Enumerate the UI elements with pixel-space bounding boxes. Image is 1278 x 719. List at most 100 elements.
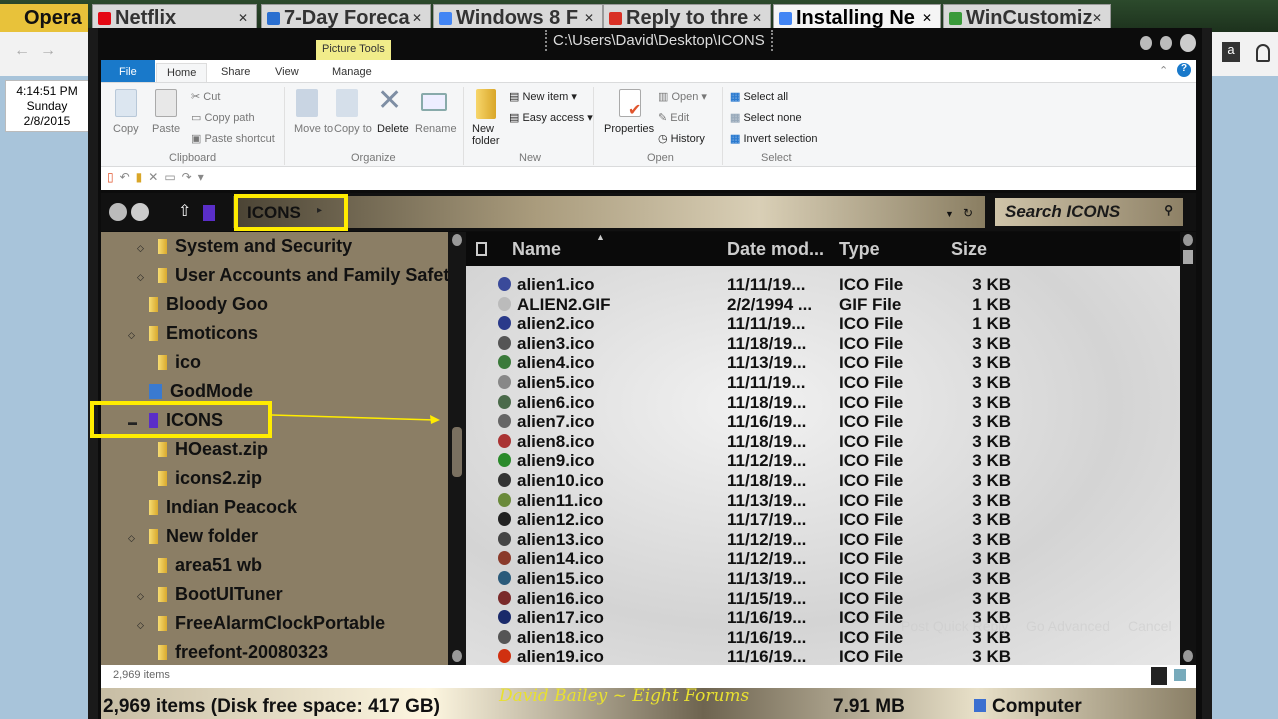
help-icon[interactable]: ? [1177,63,1191,77]
select-all-checkbox[interactable] [476,242,487,256]
file-row[interactable]: alien3.ico 11/18/19... ICO File 3 KB [466,334,1180,354]
up-button[interactable]: ⇧ [178,201,191,221]
file-row[interactable]: alien16.ico 11/15/19... ICO File 3 KB [466,589,1180,609]
forward-icon[interactable]: → [40,42,56,60]
collapse-ribbon-icon[interactable]: ⌃ [1159,64,1168,77]
column-type[interactable]: Type [839,239,880,260]
nav-item[interactable]: Bloody Goo [149,294,268,315]
nav-item[interactable]: User Accounts and Family Safety [158,265,448,286]
move-to-button[interactable]: Move to [294,123,333,135]
back-button[interactable] [109,203,127,221]
file-row[interactable]: alien4.ico 11/13/19... ICO File 3 KB [466,353,1180,373]
properties-button[interactable]: Properties [604,123,654,135]
nav-item[interactable]: FreeAlarmClockPortable [158,613,385,634]
expand-icon[interactable]: ◇ [137,620,144,631]
file-row[interactable]: alien5.ico 11/11/19... ICO File 3 KB [466,373,1180,393]
maximize-button[interactable] [1160,36,1172,50]
file-row[interactable]: alien2.ico 11/11/19... ICO File 1 KB [466,314,1180,334]
scroll-down-button[interactable] [452,650,462,662]
file-row[interactable]: alien13.ico 11/12/19... ICO File 3 KB [466,530,1180,550]
column-date-modified[interactable]: Date mod... [727,239,824,260]
scroll-up-button[interactable] [1183,234,1193,246]
scroll-thumb[interactable] [1183,250,1193,264]
extension-icon[interactable] [1256,44,1270,62]
paste-button[interactable]: Paste [152,123,180,135]
nav-scrollbar[interactable] [448,232,466,665]
cut-button[interactable]: ✂ Cut [191,90,220,103]
new-item-button[interactable]: ▤ New item ▾ [509,90,577,103]
expand-icon[interactable]: ◇ [137,272,144,283]
expand-icon[interactable]: ◇ [128,330,135,341]
expand-icon[interactable]: ◇ [137,591,144,602]
close-tab-icon[interactable]: ✕ [584,11,594,25]
new-folder-button[interactable]: New folder [472,123,504,147]
file-row[interactable]: alien9.ico 11/12/19... ICO File 3 KB [466,451,1180,471]
copy-path-button[interactable]: ▭ Copy path [191,111,255,124]
easy-access-button[interactable]: ▤ Easy access ▾ [509,111,593,124]
file-row[interactable]: alien10.ico 11/18/19... ICO File 3 KB [466,471,1180,491]
nav-item[interactable]: GodMode [149,381,253,402]
refresh-icon[interactable]: ↻ [963,206,973,220]
nav-item[interactable]: New folder [149,526,258,547]
file-row[interactable]: alien11.ico 11/13/19... ICO File 3 KB [466,491,1180,511]
search-input[interactable]: Search ICONS ⚲ [995,198,1183,226]
large-icons-view-button[interactable] [1174,669,1186,681]
nav-item[interactable]: Emoticons [149,323,258,344]
history-dropdown-icon[interactable]: ▼ [945,209,954,219]
close-tab-icon[interactable]: ✕ [412,11,422,25]
file-row[interactable]: alien7.ico 11/16/19... ICO File 3 KB [466,412,1180,432]
copy-button[interactable]: Copy [113,123,139,135]
close-tab-icon[interactable]: ✕ [1092,11,1102,25]
details-view-button[interactable] [1151,667,1167,685]
tab-home[interactable]: Home [156,63,208,83]
file-row[interactable]: alien14.ico 11/12/19... ICO File 3 KB [466,549,1180,569]
nav-item[interactable]: area51 wb [158,555,262,576]
file-row[interactable]: alien15.ico 11/13/19... ICO File 3 KB [466,569,1180,589]
file-row[interactable]: alien12.ico 11/17/19... ICO File 3 KB [466,510,1180,530]
navigation-pane[interactable]: System and Security ◇ User Accounts and Fa… [101,232,448,665]
tab-file[interactable]: File [101,60,155,82]
close-tab-icon[interactable]: ✕ [752,11,762,25]
file-list[interactable]: Name ▲ Date mod... Type Size alien1.ico … [466,232,1180,665]
tab-manage[interactable]: Manage [322,63,382,81]
scroll-thumb[interactable] [452,427,462,477]
delete-button[interactable]: Delete [377,123,409,135]
file-row[interactable]: ALIEN2.GIF 2/2/1994 ... GIF File 1 KB [466,295,1180,315]
expand-icon[interactable]: ◇ [137,243,144,254]
nav-item[interactable]: HOeast.zip [158,439,268,460]
search-icon[interactable]: ⚲ [1164,203,1173,217]
column-name[interactable]: Name [512,239,561,260]
edit-button[interactable]: ✎ Edit [658,111,689,124]
tab-view[interactable]: View [265,63,309,81]
minimize-button[interactable] [1140,36,1152,50]
close-tab-icon[interactable]: ✕ [238,11,248,25]
file-row[interactable]: alien8.ico 11/18/19... ICO File 3 KB [466,432,1180,452]
scroll-up-button[interactable] [452,234,462,246]
scroll-down-button[interactable] [1183,650,1193,662]
invert-selection-button[interactable]: ▦ Invert selection [730,132,817,145]
tab-share[interactable]: Share [211,63,260,81]
column-size[interactable]: Size [951,239,987,260]
open-button[interactable]: ▥ Open ▾ [658,90,707,103]
nav-item[interactable]: freefont-20080323 [158,642,328,663]
rename-button[interactable]: Rename [415,123,457,135]
paste-shortcut-button[interactable]: ▣ Paste shortcut [191,132,275,145]
close-button[interactable] [1180,34,1196,52]
back-icon[interactable]: ← [14,42,30,60]
file-list-scrollbar[interactable] [1180,232,1196,665]
quick-access-toolbar[interactable]: ▯↶▮✕▭↷▾ [107,170,210,184]
file-row[interactable]: alien19.ico 11/16/19... ICO File 3 KB [466,647,1180,665]
select-all-button[interactable]: ▦ Select all [730,90,788,103]
history-button[interactable]: ◷ History [658,132,705,145]
expand-icon[interactable]: ◇ [128,533,135,544]
close-tab-icon[interactable]: ✕ [922,11,932,25]
file-row[interactable]: alien1.ico 11/11/19... ICO File 3 KB [466,275,1180,295]
nav-item[interactable]: System and Security [158,236,352,257]
nav-item[interactable]: Indian Peacock [149,497,297,518]
forward-button[interactable] [131,203,149,221]
select-none-button[interactable]: ▦ Select none [730,111,802,124]
opera-menu-button[interactable]: Opera [0,4,88,32]
copy-to-button[interactable]: Copy to [334,123,372,135]
picture-tools-context-tab[interactable]: Picture Tools [316,40,391,60]
nav-item[interactable]: BootUITuner [158,584,283,605]
